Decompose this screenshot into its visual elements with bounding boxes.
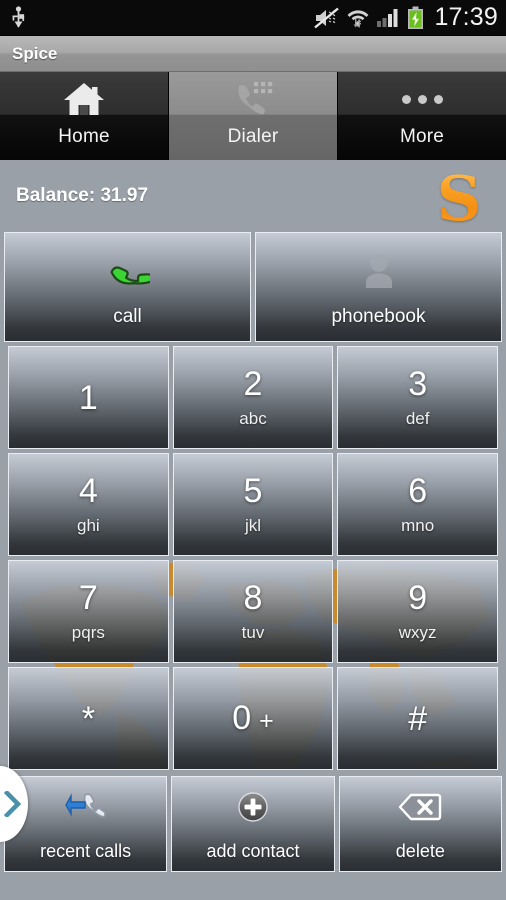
key-1-digit: 1	[78, 378, 98, 417]
key-5[interactable]: 5 jkl	[172, 453, 334, 556]
phonebook-button-label: phonebook	[331, 306, 426, 327]
key-4-letters: ghi	[76, 515, 100, 535]
spice-logo-letter: S	[436, 162, 482, 235]
add-contact-button[interactable]: add contact	[171, 776, 335, 872]
more-dot-1	[401, 94, 411, 104]
key-5-digit: 5	[243, 471, 263, 510]
key-9[interactable]: 9 wxyz	[337, 560, 498, 663]
delete-button[interactable]: delete	[338, 776, 502, 872]
call-button[interactable]: call	[4, 232, 251, 342]
tab-home[interactable]: Home	[0, 72, 169, 160]
keypad-area: 1 2 abc 3 def 4 ghi 5 jkl 6 mno 7 pqrs 8…	[0, 342, 506, 842]
key-hash[interactable]: #	[337, 667, 498, 770]
key-5-letters: jkl	[244, 515, 262, 535]
key-2-digit: 2	[243, 364, 263, 403]
title-bar: Spice	[0, 36, 506, 72]
call-button-label: call	[113, 306, 142, 327]
status-bar-left-icons	[10, 5, 27, 30]
spice-logo: S	[426, 168, 492, 230]
tab-more[interactable]: More	[338, 72, 506, 160]
sound-muted-icon	[314, 7, 340, 28]
battery-charging-icon	[408, 6, 424, 29]
key-star-digit: *	[81, 699, 95, 738]
key-2-letters: abc	[239, 408, 267, 428]
action-row: call phonebook	[0, 232, 506, 342]
tab-dialer[interactable]: Dialer	[169, 72, 338, 160]
tab-home-label: Home	[58, 126, 110, 147]
chevron-right-icon	[4, 791, 22, 817]
recent-calls-label: recent calls	[40, 840, 132, 861]
usb-icon	[12, 5, 25, 28]
key-7-digit: 7	[78, 578, 98, 617]
signal-bars-icon	[377, 8, 398, 27]
green-phone-icon	[106, 246, 150, 292]
more-dots-icon	[401, 76, 443, 122]
backspace-delete-icon	[398, 787, 442, 827]
wifi-icon	[348, 9, 369, 27]
delete-label: delete	[395, 840, 445, 861]
home-icon	[62, 76, 106, 122]
dialer-icon	[231, 76, 275, 122]
key-6-digit: 6	[408, 471, 428, 510]
status-bar-right-icons: 17:39	[314, 3, 498, 32]
app-root: 17:39 Spice Home Dialer More Balance: 31…	[0, 0, 506, 900]
key-7[interactable]: 7 pqrs	[8, 560, 169, 663]
key-3-letters: def	[405, 408, 430, 428]
key-0-row: 0 +	[232, 701, 274, 736]
recent-calls-icon	[63, 787, 109, 827]
add-contact-icon	[236, 787, 270, 827]
utility-row: recent calls add contact delete	[0, 770, 506, 878]
key-3-digit: 3	[408, 364, 428, 403]
key-0[interactable]: 0 +	[172, 667, 334, 770]
app-title: Spice	[12, 43, 58, 63]
key-9-letters: wxyz	[398, 622, 437, 642]
key-0-digit: 0	[232, 699, 252, 737]
more-dot-2	[417, 94, 427, 104]
key-2[interactable]: 2 abc	[172, 346, 334, 449]
key-8[interactable]: 8 tuv	[172, 560, 334, 663]
key-6[interactable]: 6 mno	[337, 453, 498, 556]
add-contact-label: add contact	[206, 840, 300, 861]
tab-bar: Home Dialer More	[0, 72, 506, 160]
balance-label: Balance: 31.97	[16, 185, 149, 206]
key-star[interactable]: *	[8, 667, 169, 770]
balance-bar: Balance: 31.97 S	[0, 160, 506, 232]
key-9-digit: 9	[408, 578, 428, 617]
key-6-letters: mno	[401, 515, 435, 535]
key-8-letters: tuv	[241, 622, 265, 642]
key-4-digit: 4	[78, 471, 98, 510]
tab-dialer-label: Dialer	[227, 126, 279, 147]
key-7-letters: pqrs	[71, 622, 105, 642]
tab-more-label: More	[399, 126, 445, 147]
key-0-plus: +	[259, 707, 274, 735]
status-bar-clock: 17:39	[434, 3, 498, 31]
key-1[interactable]: 1	[8, 346, 169, 449]
key-8-digit: 8	[243, 578, 263, 617]
keypad-grid: 1 2 abc 3 def 4 ghi 5 jkl 6 mno 7 pqrs 8…	[4, 342, 502, 770]
person-silhouette-icon	[358, 246, 400, 292]
status-bar: 17:39	[0, 0, 506, 36]
key-3[interactable]: 3 def	[337, 346, 498, 449]
key-hash-digit: #	[408, 699, 428, 738]
more-dot-3	[433, 94, 443, 104]
phonebook-button[interactable]: phonebook	[255, 232, 502, 342]
key-4[interactable]: 4 ghi	[8, 453, 169, 556]
recent-calls-button[interactable]: recent calls	[4, 776, 168, 872]
